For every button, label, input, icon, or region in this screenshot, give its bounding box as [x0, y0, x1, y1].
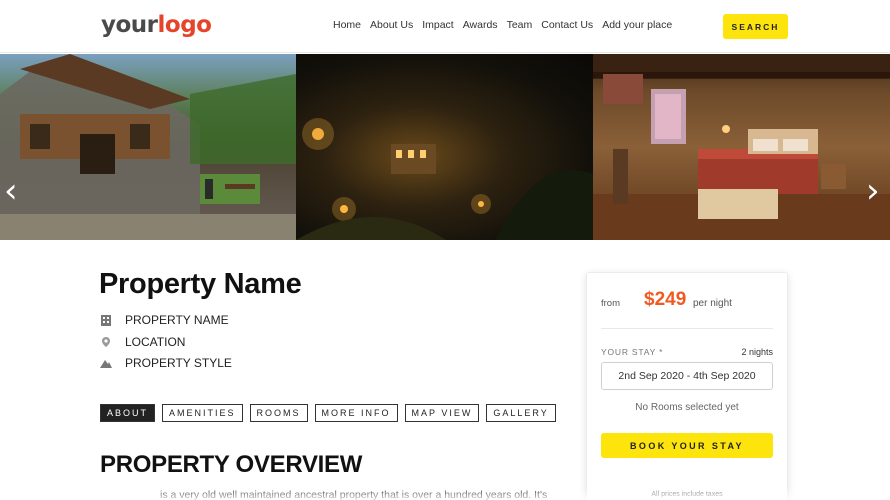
house-exterior-image — [0, 54, 296, 240]
tab-more-info[interactable]: MORE INFO — [314, 404, 398, 422]
site-header: yourlogo Home About Us Impact Awards Tea… — [0, 0, 890, 53]
booking-card: from $249 per night YOUR STAY * 2 nights… — [586, 272, 788, 500]
carousel-slide-house-exterior — [0, 54, 296, 240]
nav-awards[interactable]: Awards — [463, 19, 498, 31]
property-style-row: PROPERTY STYLE — [100, 356, 232, 370]
nav-team[interactable]: Team — [507, 19, 533, 31]
overview-text: is a very old well maintained ancestral … — [160, 489, 548, 500]
logo-text-your: your — [101, 12, 158, 38]
book-your-stay-button[interactable]: BOOK YOUR STAY — [601, 433, 773, 458]
no-rooms-message: No Rooms selected yet — [635, 402, 739, 413]
property-style-label: PROPERTY STYLE — [125, 356, 232, 370]
building-icon — [101, 315, 111, 326]
carousel-prev-arrow-icon[interactable]: ‹ — [4, 174, 18, 208]
tab-map-view[interactable]: MAP VIEW — [404, 404, 480, 422]
taxes-note: All prices include taxes — [651, 491, 723, 498]
property-title: Property Name — [99, 268, 302, 300]
carousel-slide-bedroom — [593, 54, 890, 240]
search-button[interactable]: SEARCH — [723, 14, 788, 39]
nav-add-your-place[interactable]: Add your place — [602, 19, 672, 31]
property-name-row: PROPERTY NAME — [100, 313, 229, 327]
property-location-row: LOCATION — [100, 335, 185, 349]
text-cover — [96, 488, 156, 500]
logo-text-logo: logo — [157, 12, 212, 38]
tab-amenities[interactable]: AMENITIES — [162, 404, 243, 422]
property-name-label: PROPERTY NAME — [125, 313, 229, 327]
overview-heading: PROPERTY OVERVIEW — [100, 451, 363, 478]
nights-count: 2 nights — [741, 347, 773, 357]
mountain-icon — [100, 360, 112, 368]
main-nav: Home About Us Impact Awards Team Contact… — [333, 19, 681, 31]
map-pin-icon — [102, 337, 110, 347]
image-carousel: ‹ › — [0, 54, 890, 240]
your-stay-label: YOUR STAY * — [601, 347, 664, 357]
from-label: from — [601, 298, 620, 309]
price-value: $249 — [644, 289, 687, 310]
nav-contact-us[interactable]: Contact Us — [541, 19, 593, 31]
card-divider — [601, 328, 773, 329]
night-garden-image — [296, 118, 593, 240]
date-range-field[interactable]: 2nd Sep 2020 - 4th Sep 2020 — [601, 362, 773, 390]
property-tabs: ABOUT AMENITIES ROOMS MORE INFO MAP VIEW… — [100, 404, 556, 422]
tab-gallery[interactable]: GALLERY — [486, 404, 556, 422]
nav-about-us[interactable]: About Us — [370, 19, 413, 31]
per-night-label: per night — [693, 298, 732, 309]
property-location-label: LOCATION — [125, 335, 186, 349]
nav-impact[interactable]: Impact — [422, 19, 454, 31]
bedroom-image — [593, 54, 890, 240]
nav-home[interactable]: Home — [333, 19, 361, 31]
tab-about[interactable]: ABOUT — [100, 404, 156, 422]
tab-rooms[interactable]: ROOMS — [249, 404, 308, 422]
carousel-next-arrow-icon[interactable]: › — [866, 174, 880, 208]
carousel-slide-night-garden — [296, 54, 593, 240]
site-logo[interactable]: yourlogo — [101, 12, 212, 38]
